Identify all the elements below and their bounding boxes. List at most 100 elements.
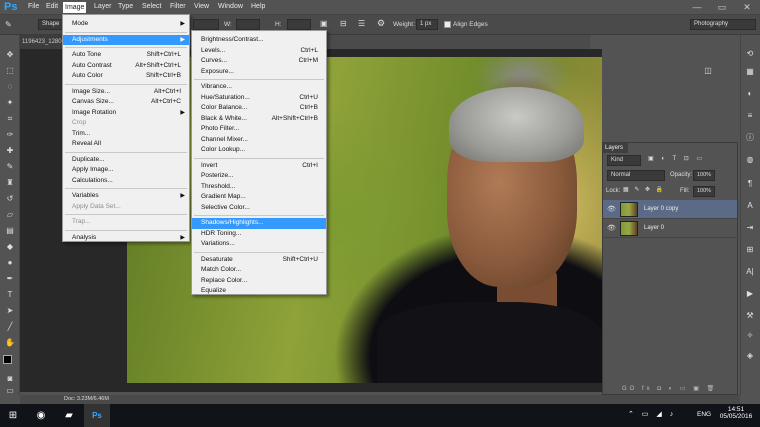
image-menu-calculations[interactable]: Calculations...	[63, 176, 189, 187]
swatches-panel-icon[interactable]: ▦	[744, 66, 756, 77]
eye-icon[interactable]: 👁	[607, 224, 616, 232]
file-explorer-icon[interactable]: ▰	[56, 404, 82, 427]
adjustments-photo-filter[interactable]: Photo Filter...	[192, 124, 326, 135]
adjustments-variations[interactable]: Variations...	[192, 239, 326, 250]
character-panel-icon[interactable]: A	[744, 200, 756, 211]
menu-edit[interactable]: Edit	[46, 3, 58, 10]
adjustments-color-balance[interactable]: Color Balance... Ctrl+B	[192, 103, 326, 114]
minimize-icon[interactable]: —	[684, 0, 710, 14]
pen-tool-icon[interactable]: ✒	[4, 274, 16, 284]
start-button-icon[interactable]: ⊞	[0, 404, 26, 427]
adjustments-desaturate[interactable]: Desaturate Shift+Ctrl+U	[192, 255, 326, 266]
menu-image[interactable]: Image	[63, 2, 87, 13]
blur-tool-icon[interactable]: ◆	[4, 242, 16, 252]
image-menu-analysis[interactable]: Analysis ▶	[63, 233, 189, 244]
adjustments-gradient-map[interactable]: Gradient Map...	[192, 192, 326, 203]
adjustments-threshold[interactable]: Threshold...	[192, 182, 326, 193]
actions-panel-icon[interactable]: ▶	[744, 288, 756, 299]
crop-tool-icon[interactable]: ⌗	[4, 114, 16, 124]
image-menu-duplicate[interactable]: Duplicate...	[63, 155, 189, 166]
lasso-tool-icon[interactable]: ◌	[4, 82, 16, 92]
menu-filter[interactable]: Filter	[170, 3, 186, 10]
image-menu-auto-color[interactable]: Auto Color Shift+Ctrl+B	[63, 71, 189, 82]
stroke-type-picker[interactable]	[193, 19, 219, 30]
align-edges-checkbox[interactable]	[444, 21, 451, 28]
language-indicator[interactable]: ENG	[697, 411, 711, 418]
channels-panel-icon[interactable]: ⊞	[744, 244, 756, 255]
system-tray-icons[interactable]: ⌃ ▭ ◢ ♪	[628, 410, 688, 420]
adjustments-hdr-toning[interactable]: HDR Toning...	[192, 229, 326, 240]
path-select-tool-icon[interactable]: ➤	[4, 306, 16, 316]
opacity-field[interactable]: 100%	[693, 170, 715, 181]
layer-row[interactable]: 👁 Layer 0 copy	[603, 200, 737, 219]
image-menu-image-rotation[interactable]: Image Rotation ▶	[63, 108, 189, 119]
image-menu-auto-tone[interactable]: Auto Tone Shift+Ctrl+L	[63, 50, 189, 61]
path-arrangement-icon[interactable]: ☰	[358, 19, 370, 30]
weight-field[interactable]: 1 px	[416, 19, 438, 30]
image-menu-auto-contrast[interactable]: Auto Contrast Alt+Shift+Ctrl+L	[63, 61, 189, 72]
image-menu-adjustments[interactable]: Adjustments ▶	[63, 34, 189, 45]
brush-panel-icon[interactable]: ✧	[744, 330, 756, 341]
eraser-tool-icon[interactable]: ▱	[4, 210, 16, 220]
layers-footer-icons[interactable]: GO fx ◘ ◐ ▭ ▣ 🗑	[622, 385, 732, 393]
menu-select[interactable]: Select	[142, 3, 161, 10]
width-field[interactable]	[236, 19, 260, 30]
color-panel-icon[interactable]: ◍	[744, 154, 756, 165]
image-menu-variables[interactable]: Variables ▶	[63, 191, 189, 202]
adjustments-channel-mixer[interactable]: Channel Mixer...	[192, 135, 326, 146]
adjustments-exposure[interactable]: Exposure...	[192, 67, 326, 78]
adjustments-invert[interactable]: Invert Ctrl+I	[192, 161, 326, 172]
menu-type[interactable]: Type	[118, 3, 133, 10]
gradient-tool-icon[interactable]: ▤	[4, 226, 16, 236]
image-menu-reveal-all[interactable]: Reveal All	[63, 139, 189, 150]
photoshop-taskbar-icon[interactable]: Ps	[84, 404, 110, 427]
menu-file[interactable]: File	[28, 3, 39, 10]
image-menu-image-size[interactable]: Image Size... Alt+Ctrl+I	[63, 87, 189, 98]
paragraph-panel-icon[interactable]: A|	[744, 266, 756, 277]
image-menu-mode[interactable]: Mode ▶	[63, 19, 189, 30]
workspace-switcher[interactable]: Photography	[690, 19, 756, 30]
screen-mode-icon[interactable]: ▭	[4, 386, 16, 396]
document-tab[interactable]: 1196423_1280	[20, 35, 62, 49]
type-tool-icon[interactable]: T	[4, 290, 16, 300]
adjustments-panel-icon[interactable]: ◐	[744, 88, 756, 99]
navigator-panel-icon[interactable]: ◫	[701, 66, 715, 86]
paths-panel-icon[interactable]: ⇥	[744, 222, 756, 233]
eyedropper-tool-icon[interactable]: ✑	[4, 130, 16, 140]
menu-view[interactable]: View	[194, 3, 209, 10]
close-icon[interactable]: ✕	[734, 0, 760, 14]
height-field[interactable]	[287, 19, 311, 30]
styles-panel-icon[interactable]: ¶	[744, 178, 756, 189]
adjustments-levels[interactable]: Levels... Ctrl+L	[192, 46, 326, 57]
marquee-tool-icon[interactable]: ⬚	[4, 66, 16, 76]
layer-filter-dropdown[interactable]: Kind	[607, 155, 641, 166]
layer-row[interactable]: 👁 Layer 0	[603, 219, 737, 238]
tool-preset-picker[interactable]: Shape	[38, 19, 64, 30]
adjustments-hue-saturation[interactable]: Hue/Saturation... Ctrl+U	[192, 93, 326, 104]
path-alignment-icon[interactable]: ⊟	[340, 19, 352, 30]
menu-window[interactable]: Window	[218, 3, 243, 10]
lock-icons[interactable]: ▦ ✎ ✥ 🔒	[623, 186, 668, 195]
adjustments-posterize[interactable]: Posterize...	[192, 171, 326, 182]
image-menu-canvas-size[interactable]: Canvas Size... Alt+Ctrl+C	[63, 97, 189, 108]
history-panel-icon[interactable]: ⟲	[744, 48, 756, 59]
tool-presets-panel-icon[interactable]: ⚒	[744, 310, 756, 321]
adjustments-vibrance[interactable]: Vibrance...	[192, 82, 326, 93]
layer-filter-icons[interactable]: ▣ ◐ T ⊡ ▭	[648, 155, 708, 165]
blend-mode-dropdown[interactable]: Normal	[607, 170, 665, 181]
line-tool-icon[interactable]: ╱	[4, 322, 16, 332]
menu-help[interactable]: Help	[251, 3, 265, 10]
image-menu-apply-image[interactable]: Apply Image...	[63, 165, 189, 176]
adjustments-selective-color[interactable]: Selective Color...	[192, 203, 326, 214]
adjustments-replace-color[interactable]: Replace Color...	[192, 276, 326, 287]
info-panel-icon[interactable]: ⓘ	[744, 132, 756, 143]
quick-select-tool-icon[interactable]: ✦	[4, 98, 16, 108]
brush-tool-icon[interactable]: ✎	[4, 162, 16, 172]
clone-stamp-tool-icon[interactable]: ♜	[4, 178, 16, 188]
adjustments-brightness-contrast[interactable]: Brightness/Contrast...	[192, 35, 326, 46]
menu-layer[interactable]: Layer	[94, 3, 112, 10]
dodge-tool-icon[interactable]: ●	[4, 258, 16, 268]
fill-field[interactable]: 100%	[693, 186, 715, 197]
path-operations-icon[interactable]: ▣	[320, 19, 332, 30]
adjustments-black-white[interactable]: Black & White... Alt+Shift+Ctrl+B	[192, 114, 326, 125]
